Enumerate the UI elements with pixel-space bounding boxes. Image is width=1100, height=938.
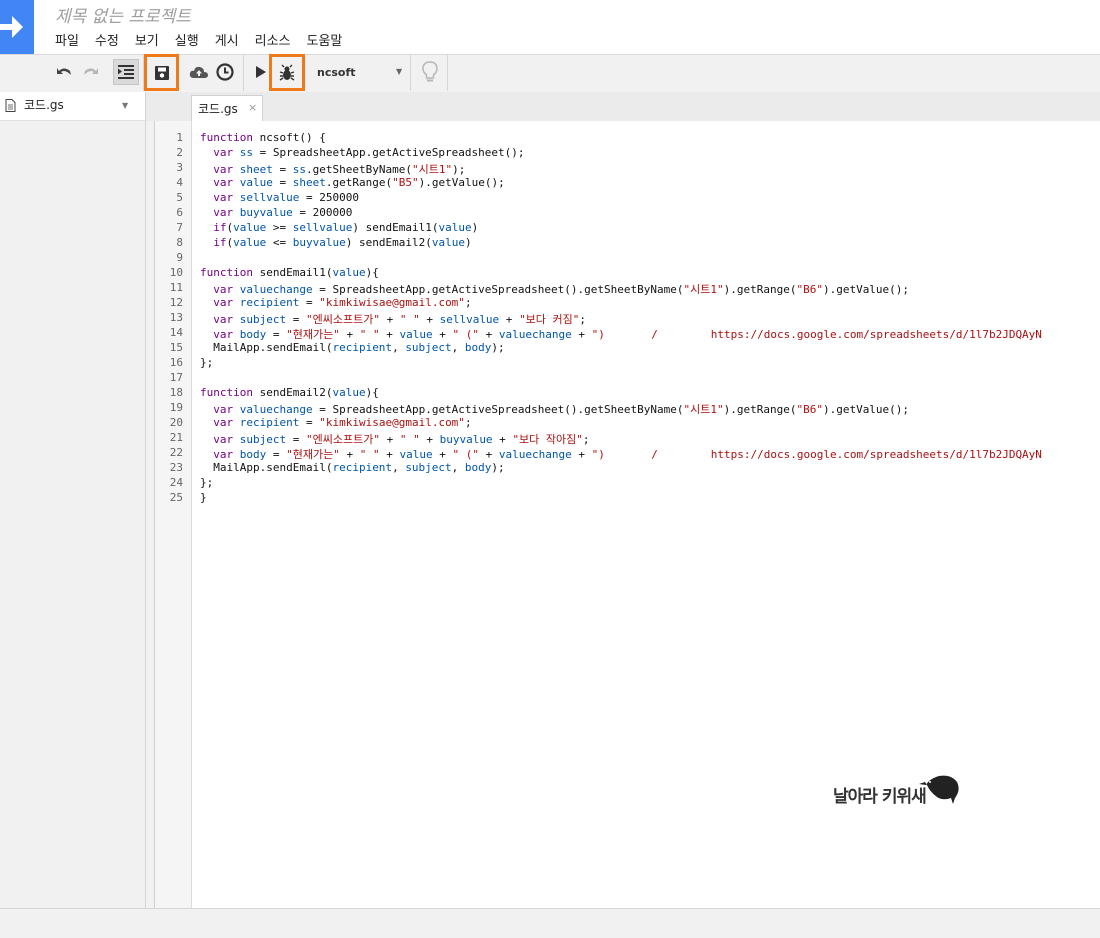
function-select[interactable]: ncsoft	[317, 66, 356, 79]
line-number: 17	[169, 371, 183, 384]
indent-button[interactable]	[113, 59, 139, 85]
line-number: 7	[176, 221, 183, 234]
menu-file[interactable]: 파일	[55, 30, 79, 49]
code-line[interactable]: function sendEmail1(value){	[200, 266, 379, 279]
line-number: 15	[169, 341, 183, 354]
line-number: 11	[169, 281, 183, 294]
code-line[interactable]: var recipient = "kimkiwisae@gmail.com";	[200, 296, 471, 309]
kiwi-bird-icon	[919, 775, 959, 804]
line-number: 2	[176, 146, 183, 159]
menu-help[interactable]: 도움말	[307, 30, 343, 49]
file-panel: 코드.gs ▼	[0, 92, 146, 908]
menu-bar: 파일 수정 보기 실행 게시 리소스 도움말	[55, 30, 358, 49]
line-number: 25	[169, 491, 183, 504]
file-list-item[interactable]: 코드.gs ▼	[0, 92, 145, 121]
debug-button[interactable]	[269, 54, 305, 91]
project-title[interactable]: 제목 없는 프로젝트	[55, 2, 191, 27]
save-button[interactable]	[144, 54, 179, 91]
line-number: 12	[169, 296, 183, 309]
run-button[interactable]	[248, 59, 274, 85]
clock-icon	[216, 63, 234, 81]
gutter-strip	[146, 121, 155, 908]
line-number: 22	[169, 446, 183, 459]
code-line[interactable]: function sendEmail2(value){	[200, 386, 379, 399]
code-line[interactable]: var recipient = "kimkiwisae@gmail.com";	[200, 416, 471, 429]
line-number: 4	[176, 176, 183, 189]
line-number: 8	[176, 236, 183, 249]
code-line[interactable]: var valuechange = SpreadsheetApp.getActi…	[200, 401, 909, 417]
triggers-button[interactable]	[212, 59, 238, 85]
line-number: 14	[169, 326, 183, 339]
code-line[interactable]: var sheet = ss.getSheetByName("시트1");	[200, 161, 465, 177]
code-line[interactable]: function ncsoft() {	[200, 131, 326, 144]
code-line[interactable]: var sellvalue = 250000	[200, 191, 359, 204]
code-line[interactable]: var subject = "엔씨소프트가" + " " + sellvalue…	[200, 311, 586, 327]
code-line[interactable]: MailApp.sendEmail(recipient, subject, bo…	[200, 461, 504, 474]
line-number: 20	[169, 416, 183, 429]
undo-button[interactable]	[51, 59, 77, 85]
code-line[interactable]: var buyvalue = 200000	[200, 206, 352, 219]
toolbar: ncsoft ▼	[0, 54, 1100, 93]
chevron-down-icon[interactable]: ▼	[396, 67, 402, 76]
redo-icon	[84, 68, 98, 75]
menu-edit[interactable]: 수정	[95, 30, 119, 49]
code-line[interactable]: if(value <= buyvalue) sendEmail2(value)	[200, 236, 471, 249]
save-icon	[154, 65, 169, 80]
app-logo[interactable]	[0, 0, 34, 54]
document-icon	[5, 99, 16, 112]
file-name: 코드.gs	[24, 98, 64, 112]
line-number: 6	[176, 206, 183, 219]
line-number: 21	[169, 431, 183, 444]
menu-run[interactable]: 실행	[175, 30, 199, 49]
menu-publish[interactable]: 게시	[215, 30, 239, 49]
lightbulb-button[interactable]	[417, 59, 443, 85]
code-line[interactable]: MailApp.sendEmail(recipient, subject, bo…	[200, 341, 504, 354]
code-line[interactable]: var value = sheet.getRange("B5").getValu…	[200, 176, 504, 189]
tab-code-gs[interactable]: 코드.gs ×	[191, 95, 263, 121]
lightbulb-icon	[422, 61, 438, 82]
chevron-down-icon[interactable]: ▼	[122, 101, 128, 110]
cloud-icon	[189, 66, 208, 78]
indent-icon	[118, 65, 134, 79]
arrow-right-icon	[0, 16, 23, 38]
watermark-text: 날아라 키위새	[833, 787, 927, 807]
menu-view[interactable]: 보기	[135, 30, 159, 49]
line-number: 18	[169, 386, 183, 399]
code-line[interactable]: var subject = "엔씨소프트가" + " " + buyvalue …	[200, 431, 589, 447]
line-number: 9	[176, 251, 183, 264]
undo-icon	[57, 68, 71, 75]
tab-label: 코드.gs	[198, 102, 238, 116]
line-number: 23	[169, 461, 183, 474]
line-number: 1	[176, 131, 183, 144]
line-number-gutter: 1 2 3 4 5 6 7 8 9 10 11 12 13 14 15 16 17 18 19 20 21 22 23 24 2…	[155, 121, 192, 908]
deploy-cloud-button[interactable]	[186, 59, 212, 85]
code-line[interactable]: var body = "현재가는" + " " + value + " (" +…	[200, 326, 1042, 342]
line-number: 16	[169, 356, 183, 369]
code-line[interactable]: };	[200, 476, 213, 489]
line-number: 5	[176, 191, 183, 204]
menu-resources[interactable]: 리소스	[255, 30, 291, 49]
close-icon[interactable]: ×	[248, 101, 257, 114]
line-number: 10	[169, 266, 183, 279]
code-line[interactable]: var valuechange = SpreadsheetApp.getActi…	[200, 281, 909, 297]
run-icon	[256, 66, 266, 78]
redo-button[interactable]	[78, 59, 104, 85]
line-number: 19	[169, 401, 183, 414]
status-bar	[0, 908, 1100, 938]
debug-icon	[279, 64, 295, 81]
line-number: 24	[169, 476, 183, 489]
code-line[interactable]: };	[200, 356, 213, 369]
code-line[interactable]: var ss = SpreadsheetApp.getActiveSpreads…	[200, 146, 524, 159]
code-line[interactable]: }	[200, 491, 207, 504]
code-line[interactable]: if(value >= sellvalue) sendEmail1(value)	[200, 221, 478, 234]
line-number: 13	[169, 311, 183, 324]
code-line[interactable]: var body = "현재가는" + " " + value + " (" +…	[200, 446, 1042, 462]
line-number: 3	[176, 161, 183, 174]
